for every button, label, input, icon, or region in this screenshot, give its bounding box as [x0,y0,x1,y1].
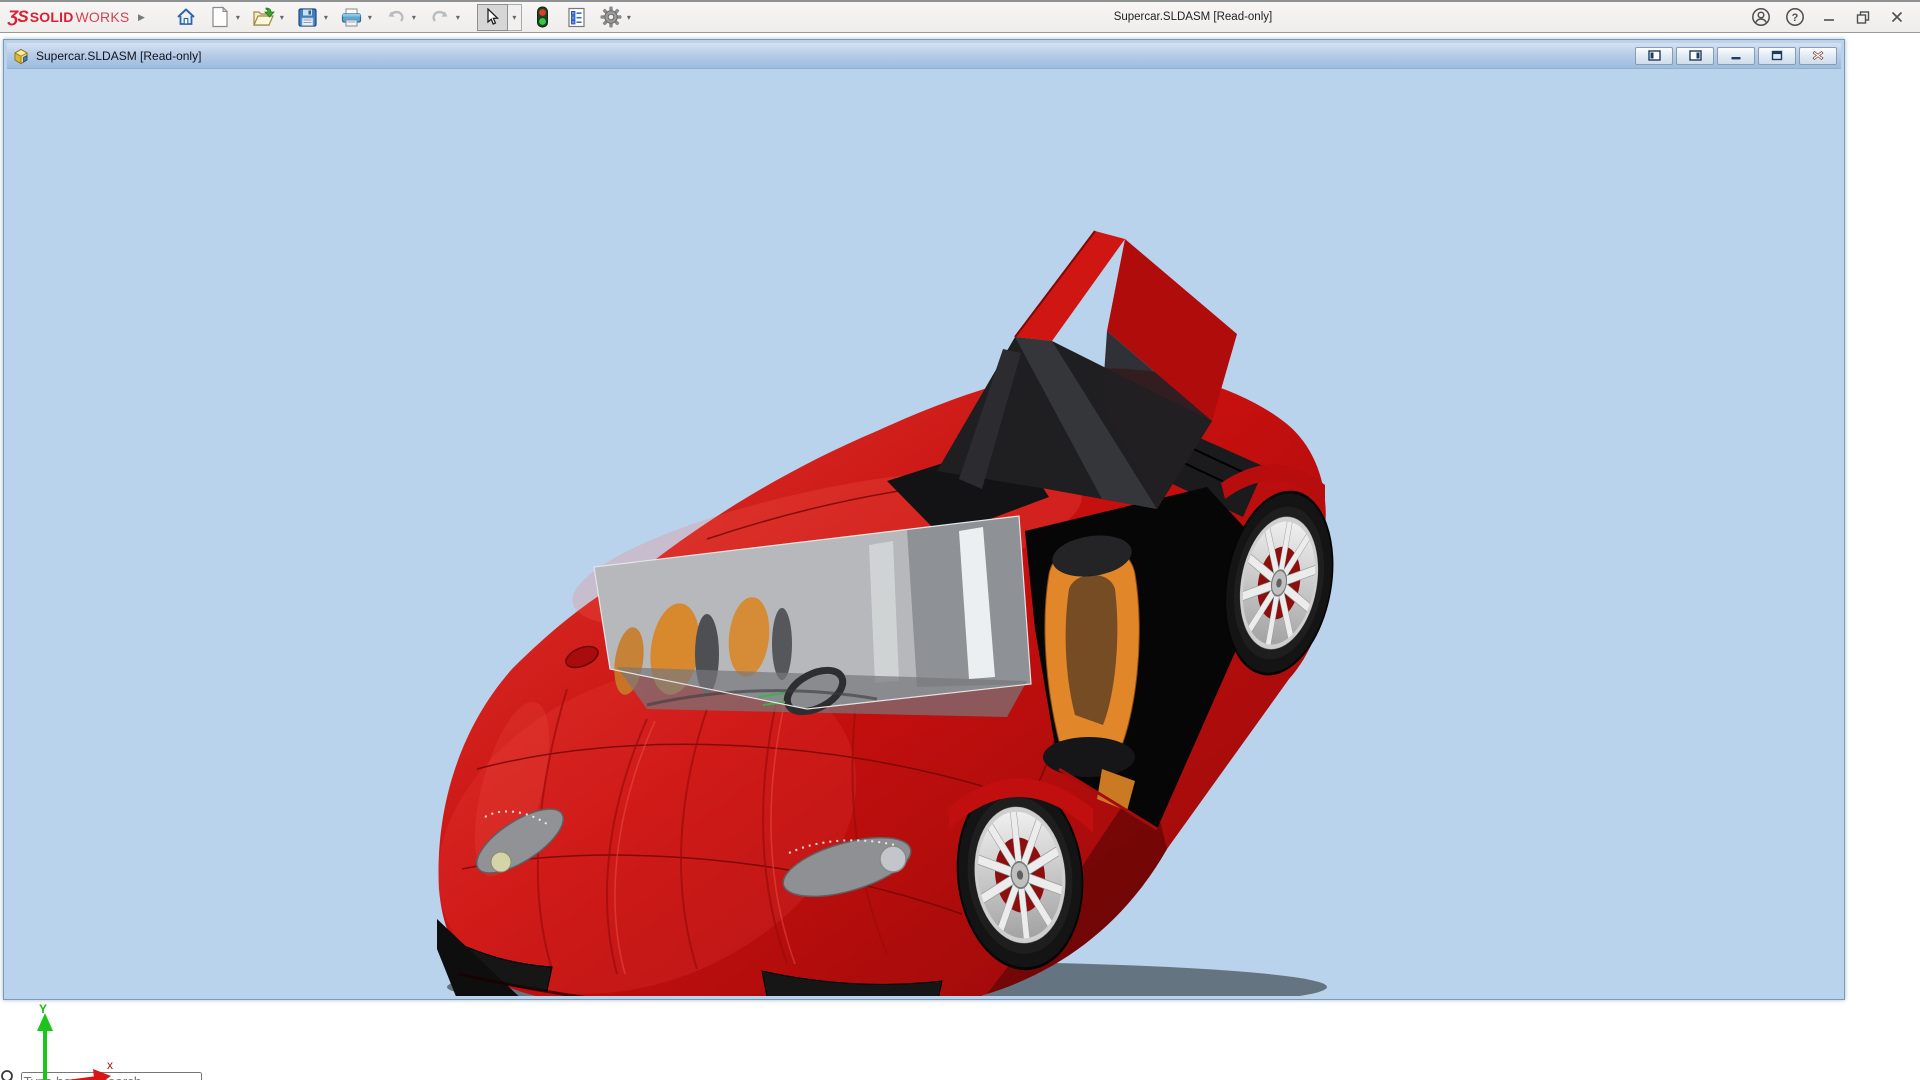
new-dropdown-caret[interactable]: ▾ [233,13,243,22]
save-button[interactable] [295,4,321,30]
svg-text:Y: Y [39,1002,47,1016]
close-icon [1891,11,1903,23]
solidworks-logo: ƷS SOLID WORKS [8,7,130,26]
select-cursor-icon [487,8,500,25]
print-dropdown-caret[interactable]: ▾ [365,13,375,22]
graphics-viewport[interactable]: Y x *Dimetric [7,69,1841,1080]
file-properties-button[interactable] [564,4,590,30]
doc-close-icon [1812,51,1824,60]
save-dropdown-caret[interactable]: ▾ [321,13,331,22]
options-button[interactable] [598,4,624,30]
svg-text:?: ? [1792,12,1799,24]
help-icon: ? [1786,8,1804,26]
right-pane-icon [1688,50,1702,61]
app-client-area: Supercar.SLDASM [Read-only] Y x [0,33,1920,1080]
select-dropdown-button[interactable]: ▾ [507,3,522,31]
open-dropdown-caret[interactable]: ▾ [277,13,287,22]
redo-dropdown-caret[interactable]: ▾ [453,13,463,22]
desktop: ƷS SOLID WORKS ▶ ▾ ▾ ▾ ▾ ▾ ▾ ▾ ▾ Superca… [0,0,1920,1080]
new-document-icon [212,6,229,28]
account-button[interactable] [1746,4,1776,30]
supercar-3d-model[interactable] [7,69,1841,1021]
new-document-button[interactable] [207,4,233,30]
document-title: Supercar.SLDASM [Read-only] [36,48,202,63]
doc-minimize-icon [1731,57,1741,60]
select-dropdown-caret: ▾ [512,12,517,22]
gear-icon [600,6,622,28]
save-icon [298,7,318,27]
undo-button[interactable] [383,4,409,30]
minimize-document-button[interactable] [1717,46,1755,65]
expand-right-pane-button[interactable] [1676,46,1714,65]
collapse-left-pane-button[interactable] [1635,46,1673,65]
home-button[interactable] [173,4,199,30]
print-button[interactable] [339,4,365,30]
restore-document-button[interactable] [1758,46,1796,65]
minimize-icon [1824,19,1834,21]
app-window-title: Supercar.SLDASM [Read-only] [1113,11,1273,23]
options-dropdown-caret[interactable]: ▾ [624,13,634,22]
menu-expander-icon[interactable]: ▶ [138,12,145,23]
redo-icon [432,10,448,22]
select-tool: ▾ [476,3,522,31]
assembly-doc-icon [14,48,28,64]
open-folder-icon [252,7,275,26]
left-pane-icon [1647,50,1661,61]
rebuild-button[interactable] [530,4,556,30]
app-title-bar: ƷS SOLID WORKS ▶ ▾ ▾ ▾ ▾ ▾ ▾ ▾ ▾ Superca… [0,0,1920,33]
undo-dropdown-caret[interactable]: ▾ [409,13,419,22]
restore-icon [1856,11,1870,24]
redo-button[interactable] [427,4,453,30]
file-properties-icon [568,7,586,27]
orientation-triad: Y x [37,1002,113,1080]
traffic-light-icon [537,6,549,28]
print-icon [342,8,362,26]
document-window-controls [1635,46,1837,65]
help-button[interactable]: ? [1780,4,1810,30]
user-account-icon [1752,8,1770,26]
select-tool-button[interactable] [476,3,508,31]
document-title-bar[interactable]: Supercar.SLDASM [Read-only] [7,43,1841,69]
app-window-controls: ? [1746,4,1912,30]
home-icon [177,8,195,25]
document-window: Supercar.SLDASM [Read-only] Y x [3,39,1845,1080]
3ds-logo-mark: ƷS [8,7,29,26]
close-window-button[interactable] [1882,4,1912,30]
open-button[interactable] [251,4,277,30]
undo-icon [388,10,404,22]
svg-text:x: x [107,1058,113,1072]
main-toolbar: ▾ ▾ ▾ ▾ ▾ ▾ ▾ ▾ [173,3,640,31]
restore-window-button[interactable] [1848,4,1878,30]
minimize-window-button[interactable] [1814,4,1844,30]
doc-restore-icon [1771,50,1783,61]
close-document-button[interactable] [1799,46,1837,65]
